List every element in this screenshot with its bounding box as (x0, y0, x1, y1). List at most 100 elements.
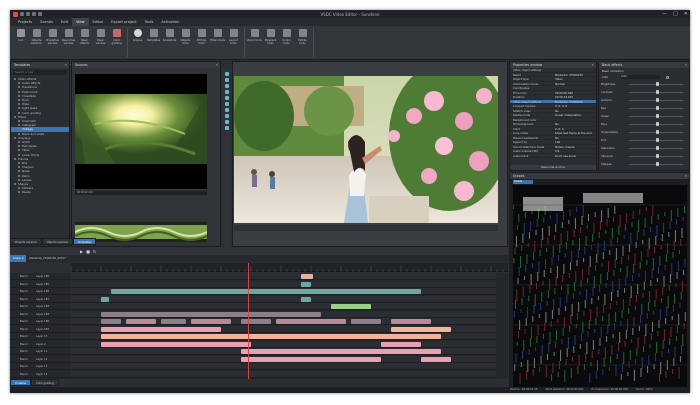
track-lane[interactable] (71, 273, 496, 280)
slider-knob[interactable] (656, 138, 659, 142)
zoom-tool-icon[interactable] (224, 126, 229, 130)
timeline-clip[interactable] (101, 334, 441, 339)
ribbon-button[interactable]: Filters tools (210, 28, 225, 50)
timeline-clip[interactable] (241, 356, 381, 362)
effect-slider[interactable] (629, 90, 683, 94)
menu-edit[interactable]: Edit (57, 18, 72, 26)
track-lane[interactable] (71, 310, 496, 318)
ribbon-button[interactable]: Snapshots (162, 28, 177, 50)
timeline-clip[interactable] (381, 341, 421, 347)
close-icon[interactable]: ✕ (684, 173, 689, 179)
timeline-clip[interactable] (241, 319, 271, 324)
track-header[interactable]: Blend Layer 185 (10, 281, 70, 288)
timeline-clip[interactable] (101, 341, 251, 347)
menu-projects[interactable]: Projects (14, 18, 36, 26)
slider-knob[interactable] (656, 114, 659, 118)
menu-export-project[interactable]: Export project (107, 18, 140, 26)
effect-slider[interactable] (629, 98, 683, 102)
search-input[interactable]: Search in tree (13, 70, 67, 75)
timeline-clip[interactable] (161, 319, 186, 324)
close-icon[interactable]: ✕ (64, 62, 69, 68)
text-tool-icon[interactable] (224, 78, 229, 82)
ribbon-button[interactable]: Objects tools (178, 28, 193, 50)
playback-bar[interactable] (234, 225, 498, 231)
close-button[interactable]: ✕ (684, 11, 688, 17)
effect-slider[interactable] (629, 106, 683, 110)
ribbon-button[interactable]: Playback tools (263, 28, 278, 50)
chart-tool-icon[interactable] (224, 108, 229, 112)
ribbon-button[interactable]: Color grading (109, 28, 124, 50)
timeline-clip[interactable] (111, 289, 421, 294)
effect-slider[interactable] (629, 138, 683, 142)
timeline-clip[interactable] (391, 326, 451, 332)
scene-tab[interactable]: Scene 0 (10, 255, 27, 262)
track-header[interactable]: Blend Layer 12 (10, 356, 70, 363)
timeline-clip[interactable] (276, 319, 346, 324)
track-header[interactable]: Blend Layer 186 (10, 318, 70, 325)
ribbon-button[interactable]: Zoom tools (247, 28, 262, 50)
timeline-clip[interactable] (351, 319, 381, 324)
maximize-button[interactable]: □ (673, 11, 678, 17)
track-lane[interactable] (71, 355, 496, 363)
property-row[interactable]: Audio track Don't use audio (510, 154, 596, 158)
slider-knob[interactable] (656, 98, 659, 102)
effect-slider[interactable] (629, 114, 683, 118)
audio-tool-icon[interactable] (224, 102, 229, 106)
playhead[interactable] (248, 263, 249, 379)
shape-tool-icon[interactable] (224, 84, 229, 88)
timeline-clip[interactable] (301, 281, 311, 287)
resources-tab[interactable]: Resources window (510, 165, 596, 170)
scopes-mode[interactable]: Parade (513, 180, 533, 184)
track-header[interactable]: Blend Layer 11 (10, 348, 70, 355)
track-lane[interactable] (71, 288, 496, 295)
ribbon-button[interactable]: Mobile tools (295, 28, 310, 50)
timeline-clip[interactable] (301, 274, 313, 279)
ribbon-button[interactable]: Cut (13, 28, 28, 50)
tab-timeline[interactable]: Timeline (10, 379, 32, 386)
tab-templates[interactable]: Templates (73, 238, 97, 245)
timeline-clip[interactable] (191, 319, 231, 324)
scene-preview[interactable] (232, 61, 508, 247)
tree-item[interactable]: Masks (11, 190, 69, 194)
menu-view[interactable]: View (71, 18, 89, 26)
ribbon-button[interactable]: Objects explorer (29, 28, 44, 50)
video-tool-icon[interactable] (224, 96, 229, 100)
loop-icon[interactable]: ↻ (93, 249, 96, 254)
track-header[interactable]: Blend Layer 188 (10, 288, 70, 295)
ribbon-button[interactable]: Scopes (130, 28, 145, 50)
track-lane[interactable] (71, 363, 496, 370)
play-icon[interactable]: ▶ (80, 249, 83, 254)
track-header[interactable]: Blend Layer 183 (10, 326, 70, 333)
source-scrubber[interactable] (75, 191, 207, 195)
track-lane[interactable] (71, 295, 496, 303)
effect-slider[interactable] (629, 162, 683, 166)
track-lane[interactable] (71, 333, 496, 340)
track-header[interactable]: Blend Layer 2 (10, 341, 70, 348)
track-lane[interactable] (71, 340, 496, 348)
ribbon-button[interactable]: Resources window (61, 28, 76, 50)
menu-editor[interactable]: Editor (89, 18, 108, 26)
timeline-clip[interactable] (126, 319, 156, 324)
slider-knob[interactable] (656, 162, 659, 166)
slider-knob[interactable] (656, 146, 659, 150)
slider-knob[interactable] (656, 122, 659, 126)
ribbon-button[interactable]: Basic effects (77, 28, 92, 50)
effect-slider[interactable] (629, 122, 683, 126)
tab-color-grading[interactable]: Color grading (31, 379, 59, 386)
menu-tools[interactable]: Tools (141, 18, 158, 26)
slider-knob[interactable] (656, 82, 659, 86)
timeline-clip[interactable] (101, 326, 221, 332)
menu-scenes[interactable]: Scenes (36, 18, 57, 26)
close-icon[interactable]: ✕ (215, 62, 220, 68)
track-lane[interactable] (71, 303, 496, 310)
tab-objects-explorer[interactable]: Objects explorer (41, 238, 74, 245)
ribbon-button[interactable]: Cursor tools (279, 28, 294, 50)
mask-tool-icon[interactable] (224, 114, 229, 118)
timeline-clip[interactable] (101, 311, 321, 317)
timeline-clip[interactable] (391, 319, 431, 324)
track-header[interactable]: Blend Layer 186 (10, 273, 70, 280)
auto-dropdown[interactable]: Auto (620, 75, 660, 79)
slider-knob[interactable] (656, 90, 659, 94)
timeline-clip[interactable] (421, 356, 451, 362)
effect-slider[interactable] (629, 146, 683, 150)
